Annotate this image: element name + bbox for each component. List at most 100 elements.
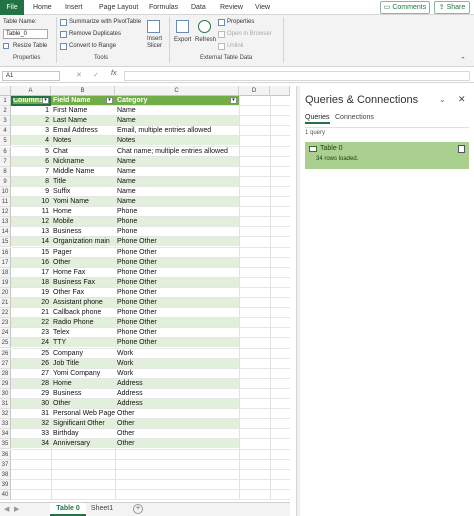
table-cell[interactable]: Name [115,106,239,116]
table-cell[interactable]: 18 [11,278,51,288]
table-cell[interactable]: 25 [11,349,51,359]
row-header[interactable]: 25 [0,338,11,349]
row-header[interactable]: 37 [0,459,11,470]
query-edit-icon[interactable] [458,145,465,153]
cancel-icon[interactable]: ✕ [76,71,82,79]
insert-slicer-button[interactable]: Insert Slicer [145,18,163,54]
table-cell[interactable]: Anniversary [51,439,115,449]
table-cell[interactable]: 7 [11,167,51,177]
sheet-tab-table-0[interactable]: Table 0 [50,503,86,516]
column-header-b[interactable]: B [51,86,115,96]
table-cell[interactable]: 33 [11,429,51,439]
table-cell[interactable]: 26 [11,359,51,369]
row-header[interactable]: 31 [0,399,11,410]
table-cell[interactable]: 20 [11,298,51,308]
table-cell[interactable]: Phone [115,217,239,227]
row-header[interactable]: 5 [0,136,11,147]
table-cell[interactable]: 16 [11,258,51,268]
table-cell[interactable]: Job Title [51,359,115,369]
column-header-d[interactable]: D [239,86,270,96]
tab-insert[interactable]: Insert [65,0,83,15]
table-cell[interactable]: Company [51,349,115,359]
table-cell[interactable]: Yomi Company [51,369,115,379]
table-cell[interactable]: Suffix [51,187,115,197]
table-cell[interactable]: 21 [11,308,51,318]
table-cell[interactable]: Callback phone [51,308,115,318]
table-cell[interactable]: 19 [11,288,51,298]
panel-resize-handle[interactable] [297,86,300,516]
table-cell[interactable]: 10 [11,197,51,207]
table-cell[interactable]: 29 [11,389,51,399]
table-cell[interactable]: Business [51,389,115,399]
table-cell[interactable]: Notes [51,136,115,146]
collapse-panel-icon[interactable]: ⌄ [439,95,446,104]
table-cell[interactable]: 8 [11,177,51,187]
table-cell[interactable]: Other [115,429,239,439]
table-cell[interactable]: Significant Other [51,419,115,429]
table-cell[interactable]: 1 [11,106,51,116]
table-cell[interactable]: Middle Name [51,167,115,177]
table-cell[interactable]: Phone Other [115,318,239,328]
close-icon[interactable]: ✕ [458,94,466,105]
table-cell[interactable]: Phone Other [115,278,239,288]
table-cell[interactable]: 3 [11,126,51,136]
table-cell[interactable]: Home [51,379,115,389]
collapse-ribbon-icon[interactable]: ⌃ [460,56,466,64]
table-cell[interactable]: 6 [11,157,51,167]
table-cell[interactable]: Other Fax [51,288,115,298]
table-cell[interactable]: Work [115,359,239,369]
table-header-cell[interactable]: Category [115,96,239,106]
row-header[interactable]: 36 [0,449,11,460]
table-cell[interactable]: Name [115,157,239,167]
row-header[interactable]: 20 [0,287,11,298]
table-cell[interactable]: Phone Other [115,338,239,348]
table-cell[interactable]: Other [115,409,239,419]
scroll-left-icon[interactable]: ◀ [4,505,9,513]
table-cell[interactable]: Phone [115,207,239,217]
row-header[interactable]: 35 [0,439,11,450]
table-cell[interactable]: 31 [11,409,51,419]
spreadsheet-grid[interactable]: A B C D 1 Column1 ▾ Field Name ▾ Category ▾ 2 1 F… [0,86,290,501]
table-cell[interactable]: Title [51,177,115,187]
table-cell[interactable]: 34 [11,439,51,449]
table-cell[interactable]: Email Address [51,126,115,136]
comments-button[interactable]: ▭ Comments [380,1,430,14]
row-header[interactable]: 26 [0,348,11,359]
query-card[interactable]: Table 0 34 rows loaded. [305,142,469,169]
tab-connections[interactable]: Connections [335,114,374,121]
row-header[interactable]: 16 [0,247,11,258]
row-header[interactable]: 12 [0,207,11,218]
table-cell[interactable]: Other [51,399,115,409]
table-cell[interactable]: Last Name [51,116,115,126]
tab-review[interactable]: Review [220,0,243,15]
table-cell[interactable]: Chat [51,147,115,157]
row-header[interactable]: 27 [0,358,11,369]
summarize-pivot-button[interactable]: Summarize with PivotTable [60,18,145,27]
row-header[interactable]: 3 [0,116,11,127]
table-cell[interactable]: Home Fax [51,268,115,278]
table-cell[interactable]: Mobile [51,217,115,227]
formula-input[interactable] [124,71,470,81]
table-cell[interactable]: Notes [115,136,239,146]
table-cell[interactable]: Phone Other [115,328,239,338]
table-cell[interactable]: Address [115,389,239,399]
row-header[interactable]: 22 [0,308,11,319]
table-cell[interactable]: 23 [11,328,51,338]
row-header[interactable]: 19 [0,277,11,288]
table-cell[interactable]: Chat name; multiple entries allowed [115,147,239,157]
add-sheet-icon[interactable]: + [133,504,143,514]
tab-page-layout[interactable]: Page Layout [99,0,138,15]
table-cell[interactable]: 32 [11,419,51,429]
filter-dropdown-icon[interactable]: ▾ [106,97,113,104]
remove-duplicates-button[interactable]: Remove Duplicates [60,30,130,39]
row-header[interactable]: 8 [0,166,11,177]
row-header[interactable]: 33 [0,419,11,430]
row-header[interactable]: 11 [0,197,11,208]
sheet-tab-sheet1[interactable]: Sheet1 [88,503,116,516]
unlink-button[interactable]: Unlink [218,42,258,51]
table-cell[interactable]: Birthday [51,429,115,439]
refresh-button[interactable]: Refresh [195,18,216,54]
scroll-right-icon[interactable]: ▶ [14,505,19,513]
table-cell[interactable]: Yomi Name [51,197,115,207]
table-cell[interactable]: Other [115,419,239,429]
